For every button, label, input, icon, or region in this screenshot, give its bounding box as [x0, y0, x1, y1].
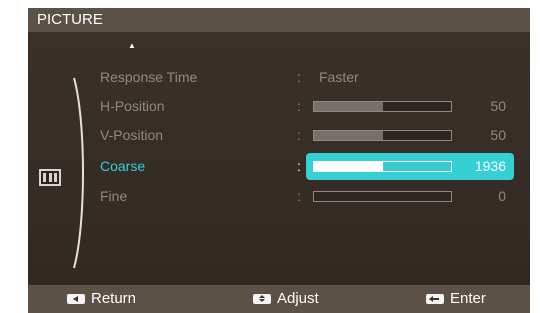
adjust-label: Adjust	[277, 290, 319, 307]
menu-separator: :	[297, 158, 301, 174]
up-down-key-icon	[253, 294, 271, 304]
enter-button[interactable]: Enter	[426, 285, 486, 313]
v-position-value: 50	[490, 127, 506, 143]
h-position-slider[interactable]	[313, 101, 452, 112]
enter-label: Enter	[450, 290, 486, 307]
return-key-icon	[67, 294, 85, 304]
menu-item-coarse[interactable]: Coarse : 1936	[28, 153, 530, 180]
menu-item-label: H-Position	[100, 98, 165, 114]
h-position-value: 50	[490, 98, 506, 114]
fine-value: 0	[498, 188, 506, 204]
menu-item-h-position[interactable]: H-Position : 50	[28, 93, 530, 120]
menu-item-label: V-Position	[100, 127, 164, 143]
menu-separator: :	[297, 69, 301, 85]
menu-item-label: Fine	[100, 188, 128, 204]
monitor-osd: PICTURE ▲ Response Time : Faster H-Posit…	[0, 0, 540, 313]
return-button[interactable]: Return	[67, 285, 136, 313]
menu-item-value: Faster	[319, 69, 359, 85]
adjust-button[interactable]: Adjust	[253, 285, 319, 313]
menu-panel: ▲ Response Time : Faster H-Position : 50…	[28, 32, 530, 285]
osd-window: PICTURE ▲ Response Time : Faster H-Posit…	[28, 8, 530, 313]
title-bar: PICTURE	[28, 8, 530, 32]
h-position-slider-fill	[314, 102, 383, 111]
arrow-up-icon: ▲	[128, 41, 136, 50]
menu-separator: :	[297, 98, 301, 114]
menu-title: PICTURE	[37, 11, 103, 28]
menu-item-response-time[interactable]: Response Time : Faster	[28, 64, 530, 91]
menu-item-fine[interactable]: Fine : 0	[28, 183, 530, 210]
menu-item-label: Response Time	[100, 69, 198, 85]
v-position-slider-fill	[314, 131, 383, 140]
coarse-value: 1936	[474, 158, 506, 174]
menu-separator: :	[297, 127, 301, 143]
fine-slider[interactable]	[313, 191, 452, 202]
menu-separator: :	[297, 188, 301, 204]
v-position-slider[interactable]	[313, 130, 452, 141]
menu-item-v-position[interactable]: V-Position : 50	[28, 122, 530, 149]
coarse-slider-fill	[314, 162, 383, 171]
coarse-slider[interactable]	[313, 161, 452, 172]
footer-bar: Return Adjust Enter	[28, 285, 530, 313]
enter-key-icon	[426, 294, 444, 304]
menu-item-label: Coarse	[100, 158, 146, 174]
return-label: Return	[91, 290, 137, 307]
